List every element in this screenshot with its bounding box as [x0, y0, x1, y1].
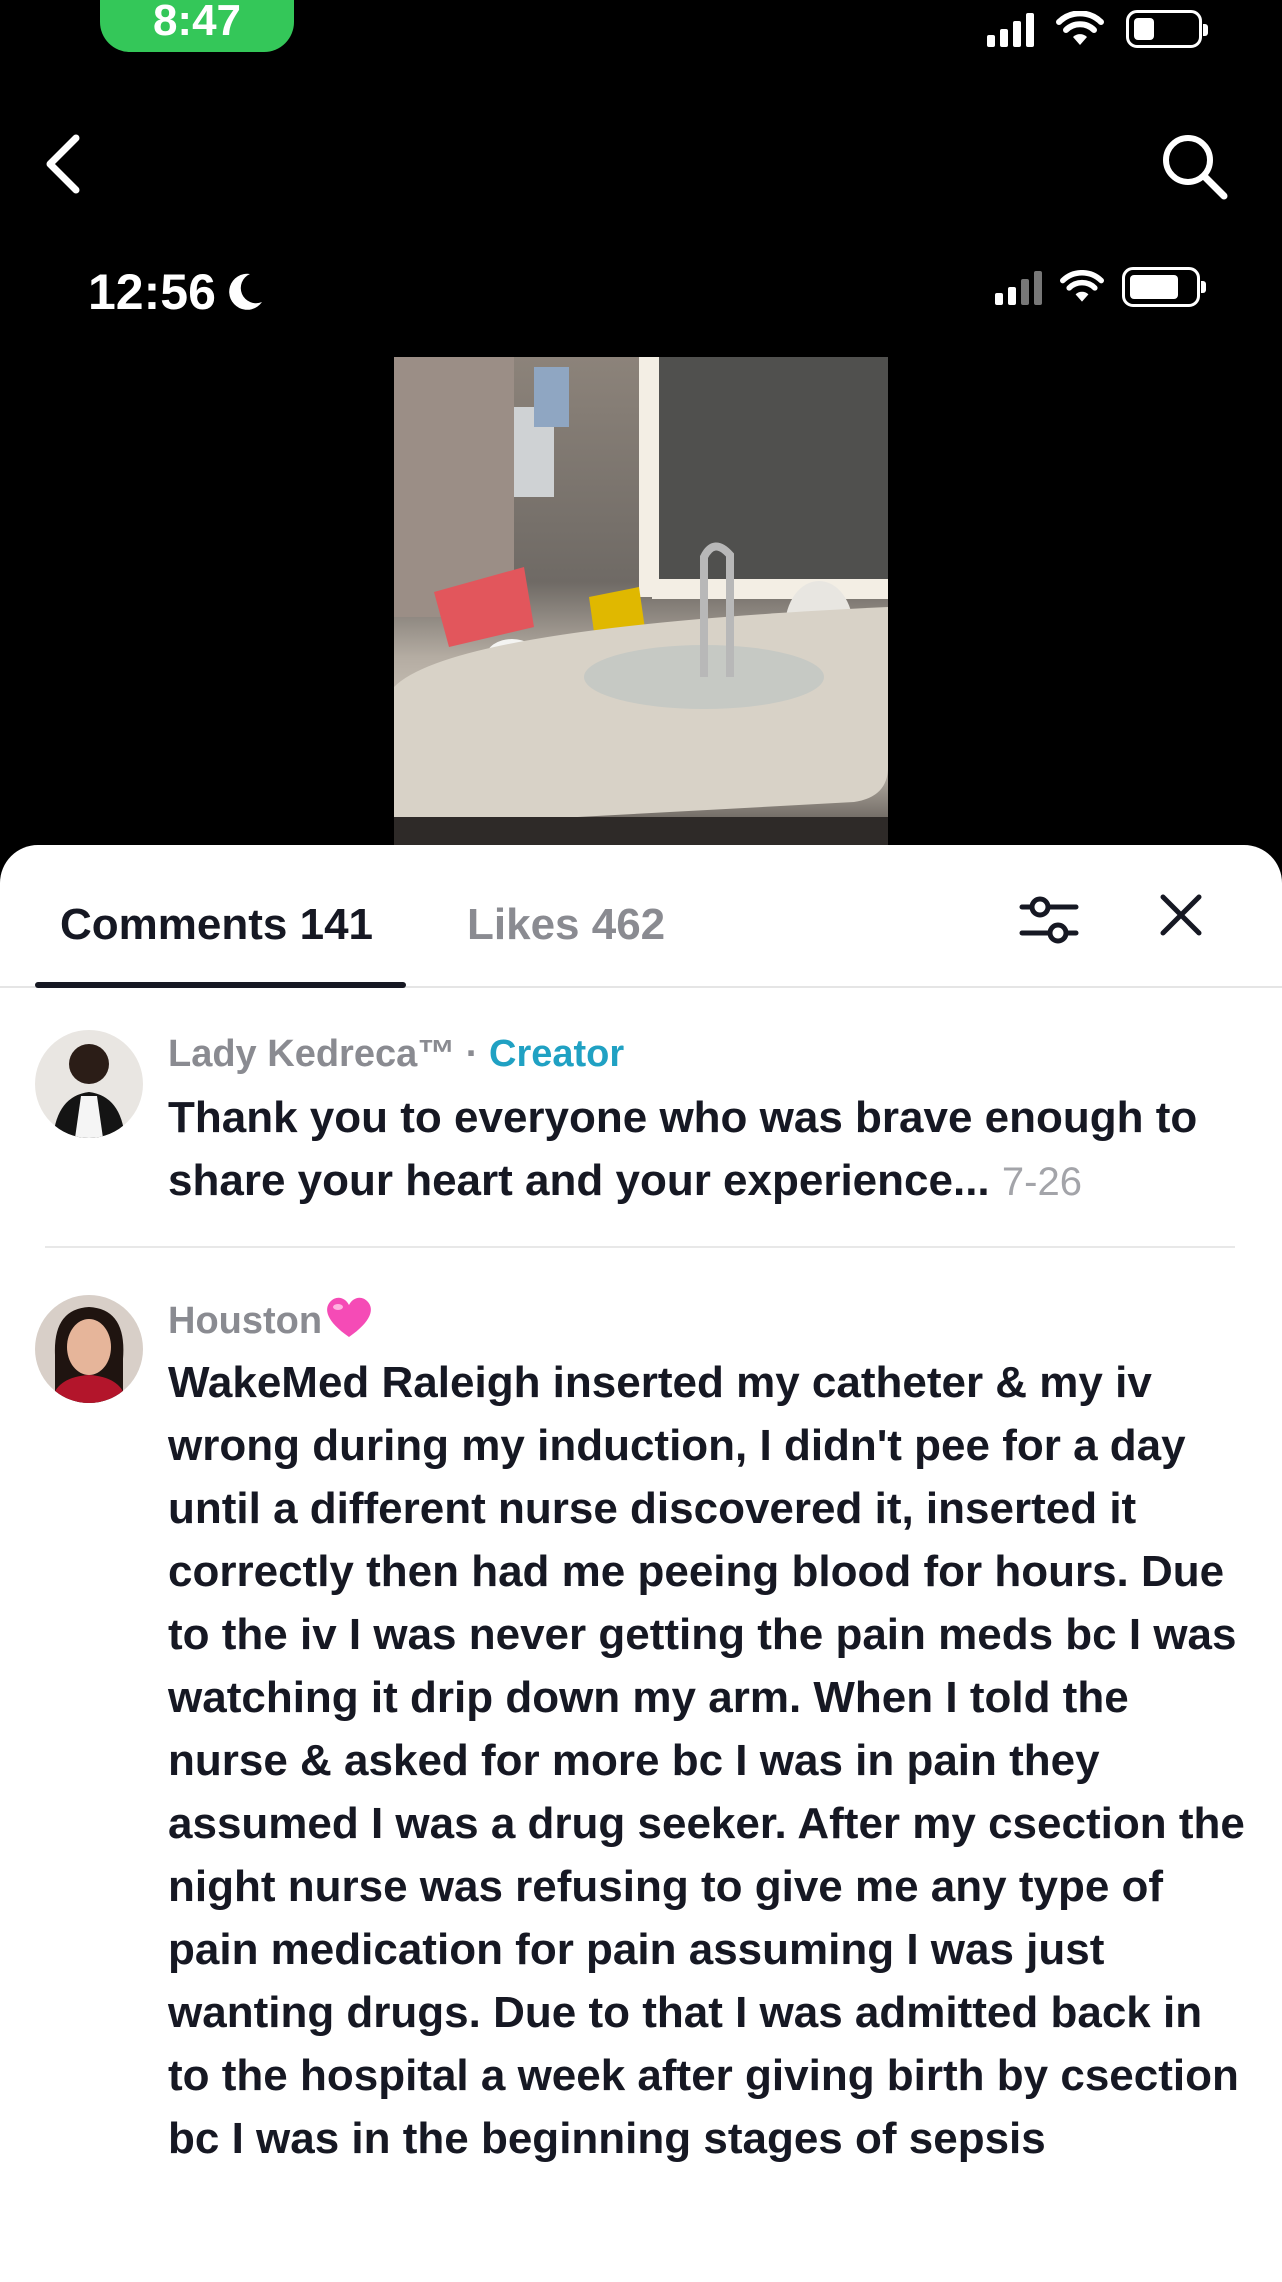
comment-body: Lady Kedreca™ · Creator Thank you to eve… [168, 1030, 1252, 1214]
video-preview[interactable]: 12:56 [0, 215, 1282, 875]
screen: 8:47 12:56 Comments 141 Likes 462 Lady K… [0, 0, 1282, 2282]
embedded-battery-icon [1122, 267, 1206, 307]
active-tab-indicator [35, 982, 406, 988]
comment-body: Houston WakeMed Raleigh inserted my cath… [168, 1295, 1252, 2170]
comment-header: Houston [168, 1295, 1252, 1345]
wifi-icon [1056, 11, 1104, 45]
pink-heart-icon [327, 1297, 371, 1337]
avatar[interactable] [35, 1295, 143, 1403]
signal-icon [987, 11, 1034, 47]
tab-comments[interactable]: Comments 141 [60, 900, 373, 950]
tab-bar: Comments 141 Likes 462 [0, 845, 1282, 988]
moon-icon [229, 273, 262, 310]
comments-sheet: Comments 141 Likes 462 Lady Kedreca™ · C… [0, 845, 1282, 2282]
search-icon[interactable] [1158, 130, 1230, 202]
back-icon[interactable] [38, 130, 94, 198]
close-icon[interactable] [1155, 889, 1207, 941]
creator-badge: Creator [489, 1033, 625, 1075]
embedded-signal-icon [995, 269, 1042, 305]
avatar[interactable] [35, 1030, 143, 1138]
status-time: 8:47 [100, 0, 294, 52]
comment-text: Thank you to everyone who was brave enou… [168, 1086, 1252, 1214]
comment-text: WakeMed Raleigh inserted my catheter & m… [168, 1358, 1245, 2163]
comment-header: Lady Kedreca™ · Creator [168, 1030, 1252, 1078]
comment-author[interactable]: Lady Kedreca™ [168, 1033, 455, 1075]
battery-icon [1126, 10, 1208, 48]
embedded-time-text: 12:56 [88, 264, 216, 320]
comment-author[interactable]: Houston [168, 1300, 322, 1342]
filter-icon[interactable] [1018, 889, 1080, 951]
embedded-status-time: 12:56 [88, 263, 264, 321]
system-status-icons [987, 10, 1208, 48]
tab-likes[interactable]: Likes 462 [467, 900, 665, 950]
embedded-status-icons [995, 267, 1206, 307]
comment-divider [45, 1246, 1235, 1248]
header-separator: · [455, 1033, 490, 1075]
embedded-wifi-icon [1060, 270, 1104, 302]
video-frame-image [394, 357, 888, 857]
comment-date: 7-26 [1001, 1160, 1082, 1204]
